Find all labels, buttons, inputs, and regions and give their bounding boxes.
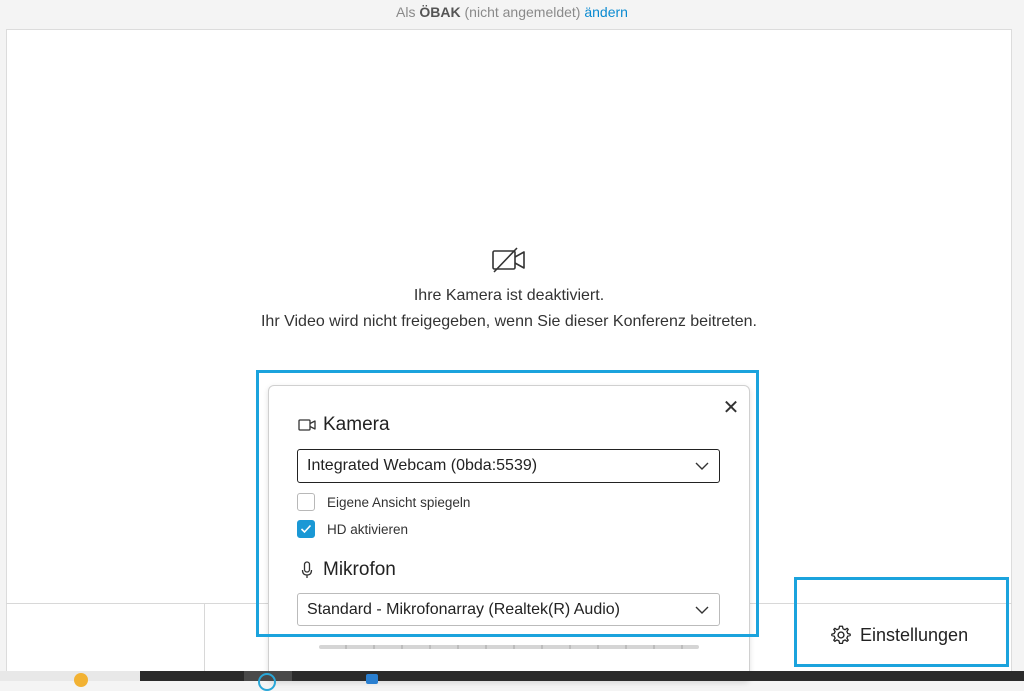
camera-section-label: Kamera xyxy=(323,414,390,435)
microphone-level-ticks xyxy=(319,645,699,649)
chevron-down-icon xyxy=(695,606,709,614)
camera-off-icon xyxy=(492,247,525,273)
close-icon[interactable]: ✕ xyxy=(721,398,741,418)
microphone-section-label: Mikrofon xyxy=(323,559,396,580)
hd-enable-checkbox[interactable]: HD aktivieren xyxy=(297,520,408,538)
hd-enable-checkbox-box[interactable] xyxy=(297,520,315,538)
taskbar-app-icon[interactable] xyxy=(366,674,378,684)
chevron-down-icon xyxy=(695,462,709,470)
change-identity-link[interactable]: ändern xyxy=(584,4,628,20)
identity-name: ÖBAK xyxy=(419,4,461,20)
camera-disabled-message: Ihre Kamera ist deaktiviert. xyxy=(413,287,605,304)
camera-select[interactable]: Integrated Webcam (0bda:5539) xyxy=(297,449,720,483)
bottom-bar-separator xyxy=(204,604,205,672)
taskbar-app-icon[interactable] xyxy=(74,673,88,687)
mirror-view-checkbox[interactable]: Eigene Ansicht spiegeln xyxy=(297,493,470,511)
taskbar-app-icon[interactable] xyxy=(258,673,276,691)
device-settings-panel: ✕ Kamera Integrated Webcam (0bda:5539) E… xyxy=(268,385,750,681)
gear-icon xyxy=(831,625,851,644)
microphone-select[interactable]: Standard - Mikrofonarray (Realtek(R) Aud… xyxy=(297,593,720,626)
identity-status: (nicht angemeldet) xyxy=(464,4,581,20)
settings-button[interactable]: Einstellungen xyxy=(830,624,968,646)
microphone-select-value: Standard - Mikrofonarray (Realtek(R) Aud… xyxy=(307,600,621,618)
hd-enable-label: HD aktivieren xyxy=(327,521,409,537)
identity-prefix: Als xyxy=(396,4,416,20)
video-camera-icon xyxy=(297,415,317,435)
camera-select-value: Integrated Webcam (0bda:5539) xyxy=(307,457,538,474)
mirror-view-label: Eigene Ansicht spiegeln xyxy=(327,494,471,510)
microphone-section-header: Mikrofon xyxy=(297,559,396,581)
settings-button-label: Einstellungen xyxy=(860,624,969,645)
mirror-view-checkbox-box[interactable] xyxy=(297,493,315,511)
taskbar xyxy=(0,671,1024,691)
identity-bar: Als ÖBAK (nicht angemeldet) ändern xyxy=(0,0,1024,28)
video-not-shared-message: Ihr Video wird nicht freigegeben, wenn S… xyxy=(260,313,757,330)
microphone-icon xyxy=(297,560,317,580)
camera-section-header: Kamera xyxy=(297,414,390,436)
checkmark-icon xyxy=(300,524,312,534)
